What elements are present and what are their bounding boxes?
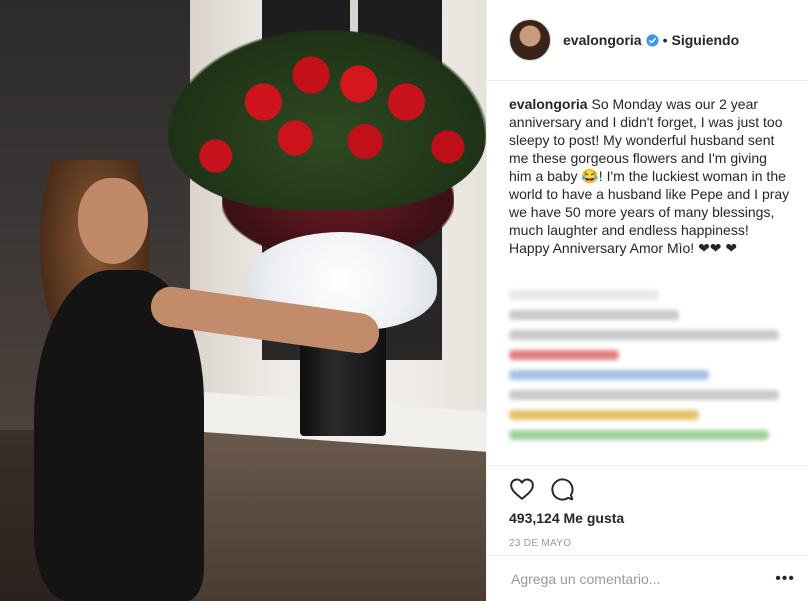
more-options-icon[interactable]: ••• [775,570,795,588]
post-date: 23 DE MAYO [509,538,572,549]
caption-username[interactable]: evalongoria [509,96,588,112]
comment-box: ••• [487,555,808,601]
verified-badge-icon [646,33,659,47]
blurred-comment [509,350,619,360]
blurred-comments [509,280,793,460]
photo-roses [168,30,486,210]
like-count[interactable]: 493,124 Me gusta [509,510,808,526]
post-caption: evalongoria So Monday was our 2 year ann… [487,81,808,275]
blurred-comment [509,310,679,320]
header-separator: • [662,32,668,48]
post-photo[interactable] [0,0,486,601]
header-username[interactable]: evalongoria [563,32,642,48]
blurred-comment [509,390,779,400]
blurred-comment [509,410,699,420]
comment-bubble-icon[interactable] [549,476,575,502]
heart-icon[interactable] [509,476,535,502]
comment-input[interactable] [509,569,776,588]
following-button[interactable]: Siguiendo [672,32,740,48]
post-actions: 493,124 Me gusta 23 DE MAYO [487,465,808,549]
avatar[interactable] [509,19,551,61]
blurred-comment [509,330,779,340]
blurred-load-more [509,290,659,300]
photo-woman-face [78,178,148,264]
action-icons [509,472,808,506]
post-header: evalongoria • Siguiendo [487,0,808,81]
instagram-post: evalongoria • Siguiendo evalongoria So M… [0,0,808,601]
blurred-comment [509,430,769,440]
blurred-comment [509,370,709,380]
post-sidebar: evalongoria • Siguiendo evalongoria So M… [486,0,808,601]
caption-text: So Monday was our 2 year anniversary and… [509,96,790,256]
